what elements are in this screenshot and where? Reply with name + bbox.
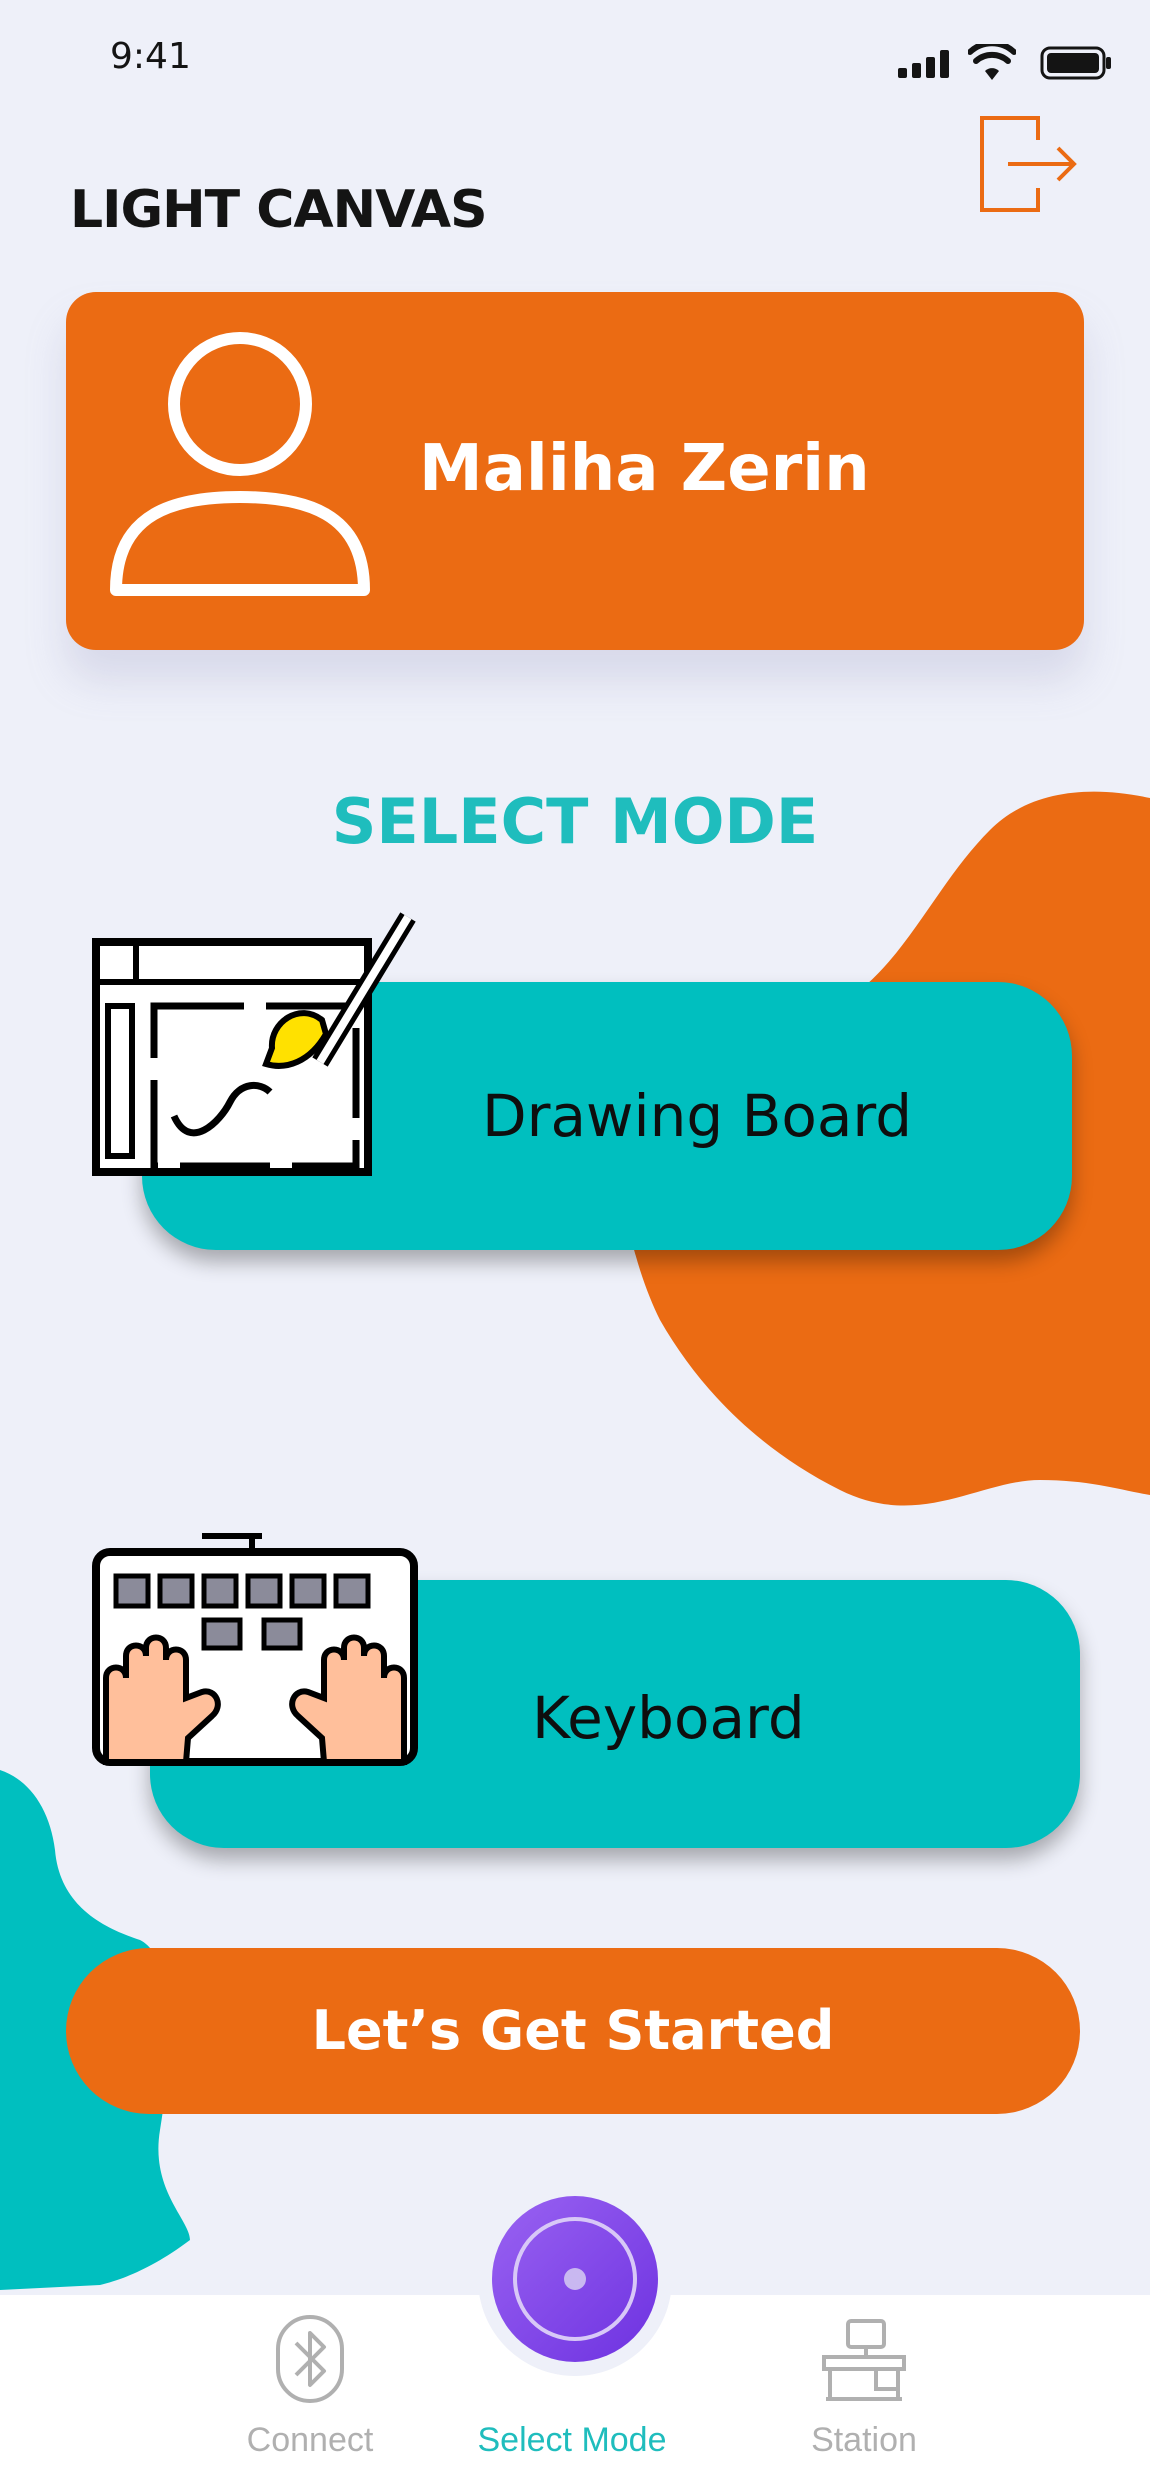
profile-card[interactable]: Maliha Zerin xyxy=(66,292,1084,650)
status-time: 9:41 xyxy=(110,36,191,77)
desk-icon xyxy=(822,2319,906,2401)
get-started-button[interactable]: Let’s Get Started xyxy=(66,1948,1080,2114)
drawing-tablet-icon xyxy=(90,902,420,1182)
tab-connect[interactable]: Connect xyxy=(190,2313,430,2473)
keyboard-hands-icon xyxy=(92,1528,418,1766)
app-title: LIGHT CANVAS xyxy=(70,180,488,240)
user-avatar-icon xyxy=(106,332,386,612)
battery-icon xyxy=(1040,46,1112,80)
drawing-board-label: Drawing Board xyxy=(482,1082,913,1150)
wifi-icon xyxy=(967,40,1017,80)
keyboard-label: Keyboard xyxy=(532,1684,805,1752)
tab-station-label: Station xyxy=(811,2421,917,2459)
profile-name: Maliha Zerin xyxy=(419,432,870,506)
tab-select-mode-label: Select Mode xyxy=(477,2421,667,2459)
logout-icon[interactable] xyxy=(978,110,1078,220)
tab-connect-label: Connect xyxy=(246,2421,374,2459)
tab-station[interactable]: Station xyxy=(744,2313,984,2473)
select-mode-heading: SELECT MODE xyxy=(331,785,819,858)
signal-icon xyxy=(898,50,954,78)
center-action-button[interactable] xyxy=(492,2196,658,2362)
center-action-icon xyxy=(513,2217,637,2341)
bluetooth-icon xyxy=(276,2315,344,2403)
